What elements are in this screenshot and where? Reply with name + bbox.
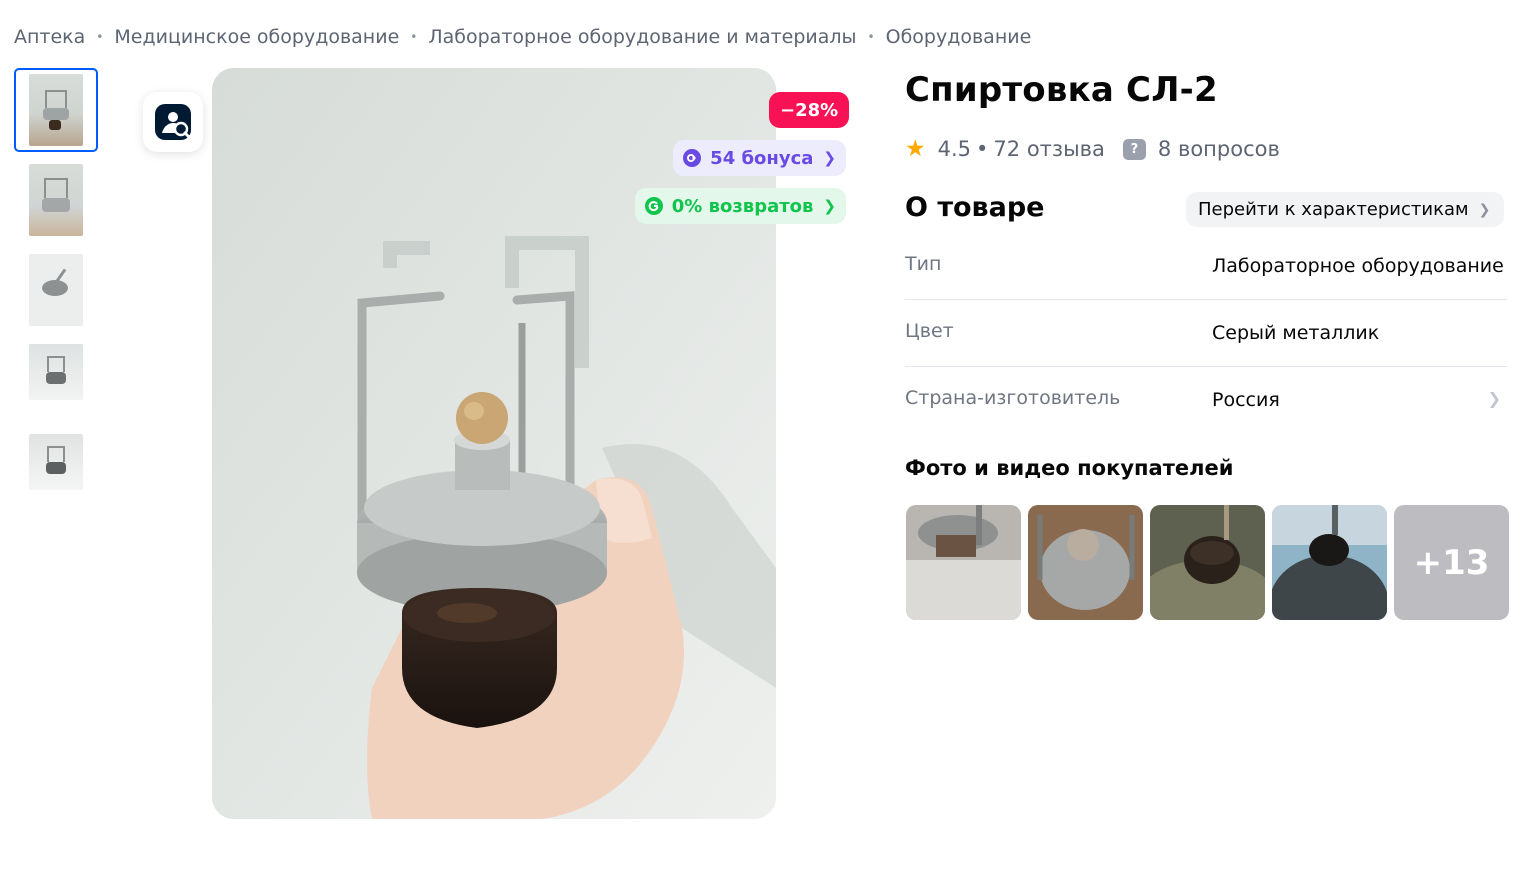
customer-photo-image xyxy=(1028,505,1143,620)
product-thumbnail-image xyxy=(29,434,83,490)
customer-photo-image xyxy=(1272,505,1387,620)
spec-key: Тип xyxy=(905,253,942,275)
product-thumbnail-image xyxy=(29,74,83,146)
chevron-right-icon: ❯ xyxy=(1487,389,1501,408)
spec-row-country[interactable]: Страна-изготовитель Россия ❯ xyxy=(905,367,1507,434)
customer-photo-image xyxy=(1150,505,1265,620)
customer-photo-image xyxy=(906,505,1021,620)
product-title: Спиртовка СЛ-2 xyxy=(905,70,1218,110)
go-to-specs-label: Перейти к характеристикам xyxy=(1198,199,1469,220)
spec-value: Россия xyxy=(1212,389,1280,411)
main-product-image[interactable] xyxy=(212,68,776,819)
discount-badge: −28% xyxy=(769,92,850,128)
chevron-right-icon: ❯ xyxy=(1478,201,1491,218)
breadcrumb-item-medical-equipment[interactable]: Медицинское оборудование xyxy=(114,26,399,48)
customer-photo-2[interactable] xyxy=(1028,505,1143,620)
chevron-right-icon: ❯ xyxy=(823,197,836,215)
rating-separator: • xyxy=(976,137,989,161)
questions-link[interactable]: 8 вопросов xyxy=(1158,137,1280,161)
thumbnail-5[interactable] xyxy=(14,420,98,504)
photo-search-icon xyxy=(155,104,191,140)
returns-label: 0% возвратов xyxy=(671,195,814,217)
breadcrumb-separator: • xyxy=(867,30,875,44)
specs-list: Тип Лабораторное оборудование Цвет Серый… xyxy=(905,233,1507,434)
thumbnail-2[interactable] xyxy=(14,158,98,242)
about-title: О товаре xyxy=(905,192,1045,223)
returns-pill[interactable]: 0% возвратов ❯ xyxy=(634,188,846,224)
question-icon: ? xyxy=(1122,138,1146,160)
spec-value: Серый металлик xyxy=(1212,322,1380,344)
thumbnail-4[interactable] xyxy=(14,330,98,414)
breadcrumb-item-equipment[interactable]: Оборудование xyxy=(886,26,1032,48)
customer-media-title: Фото и видео покупателей xyxy=(905,456,1234,480)
customer-photo-4[interactable] xyxy=(1272,505,1387,620)
breadcrumb-separator: • xyxy=(96,30,104,44)
bonus-label: 54 бонуса xyxy=(710,147,814,169)
breadcrumb-item-lab-equipment[interactable]: Лабораторное оборудование и материалы xyxy=(428,26,856,48)
reviews-link[interactable]: 72 отзыва xyxy=(993,137,1104,161)
rating-row: ★ 4.5 • 72 отзыва ? 8 вопросов xyxy=(905,136,1280,162)
rating-value[interactable]: 4.5 xyxy=(938,137,971,161)
product-thumbnail-image xyxy=(29,344,83,400)
bonus-icon xyxy=(683,149,702,167)
spec-key: Цвет xyxy=(905,320,954,342)
search-by-photo-button[interactable] xyxy=(143,92,203,152)
spec-key: Страна-изготовитель xyxy=(905,387,1121,409)
star-icon: ★ xyxy=(905,136,926,162)
customer-photo-1[interactable] xyxy=(906,505,1021,620)
spec-value: Лабораторное оборудование xyxy=(1212,255,1504,277)
product-thumbnail-image xyxy=(29,254,83,326)
customer-media-strip: +13 xyxy=(906,505,1509,620)
spec-row-type: Тип Лабораторное оборудование xyxy=(905,233,1507,300)
product-thumbnail-image xyxy=(29,164,83,236)
thumbnail-3[interactable] xyxy=(14,248,98,332)
customer-photo-3[interactable] xyxy=(1150,505,1265,620)
breadcrumb-separator: • xyxy=(410,30,418,44)
chevron-right-icon: ❯ xyxy=(823,149,836,167)
alcohol-lamp-photo xyxy=(212,68,776,819)
customer-media-more-button[interactable]: +13 xyxy=(1394,505,1509,620)
returns-icon xyxy=(644,197,663,215)
breadcrumb: Аптека • Медицинское оборудование • Лабо… xyxy=(14,26,1031,48)
bonus-pill[interactable]: 54 бонуса ❯ xyxy=(673,140,846,176)
go-to-specs-button[interactable]: Перейти к характеристикам ❯ xyxy=(1186,192,1505,227)
spec-row-color: Цвет Серый металлик xyxy=(905,300,1507,367)
breadcrumb-item-pharmacy[interactable]: Аптека xyxy=(14,26,85,48)
thumbnail-1[interactable] xyxy=(14,68,98,152)
